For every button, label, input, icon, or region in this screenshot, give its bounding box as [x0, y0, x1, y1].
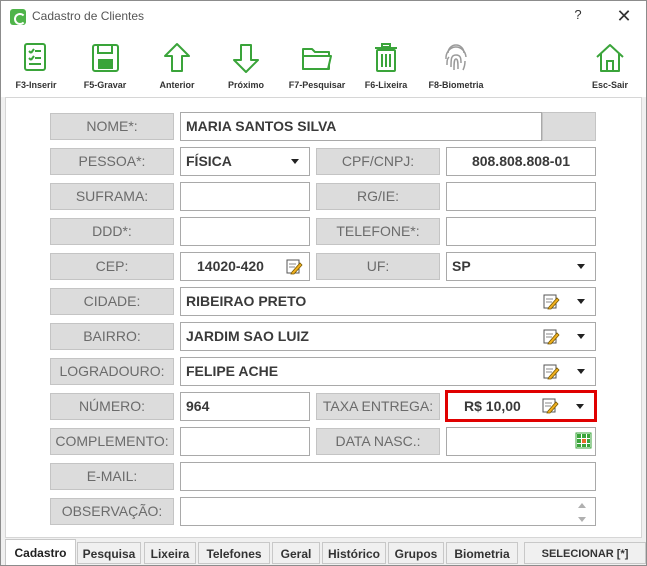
next-button[interactable]: Próximo: [211, 32, 281, 97]
help-button[interactable]: ?: [569, 7, 587, 25]
cpf-cnpj-label: CPF/CNPJ:: [316, 148, 440, 175]
tab-geral[interactable]: Geral: [272, 542, 320, 564]
edit-search-icon[interactable]: [543, 328, 560, 345]
tab-biometria[interactable]: Biometria: [446, 542, 518, 564]
trash-button[interactable]: F6-Lixeira: [351, 32, 421, 97]
tab-historico[interactable]: Histórico: [322, 542, 386, 564]
scroll-down-icon[interactable]: [578, 517, 586, 522]
chevron-down-icon[interactable]: [576, 404, 584, 409]
toolbar: F3-Inserir F5-Gravar Anterior Próximo F7…: [1, 32, 646, 97]
person-type-value: FÍSICA: [186, 153, 232, 169]
phone-label: TELEFONE*:: [316, 218, 440, 245]
person-type-select[interactable]: FÍSICA: [180, 147, 310, 176]
phone-field[interactable]: [446, 217, 596, 246]
rg-ie-label: RG/IE:: [316, 183, 440, 210]
save-label: F5-Gravar: [83, 80, 127, 90]
complement-label: COMPLEMENTO:: [50, 428, 174, 455]
complement-field[interactable]: [180, 427, 310, 456]
search-label: F7-Pesquisar: [288, 80, 346, 90]
insert-label: F3-Inserir: [15, 80, 57, 90]
suframa-label: SUFRAMA:: [50, 183, 174, 210]
birth-date-field[interactable]: [446, 427, 596, 456]
delivery-fee-value: R$ 10,00: [464, 398, 521, 414]
home-icon: [596, 44, 624, 72]
search-button[interactable]: F7-Pesquisar: [282, 32, 352, 97]
chevron-down-icon: [577, 264, 585, 269]
edit-search-icon[interactable]: [543, 363, 560, 380]
tab-lixeira[interactable]: Lixeira: [144, 542, 196, 564]
name-side-box: [542, 112, 596, 141]
city-select[interactable]: RIBEIRAO PRETO: [180, 287, 596, 316]
scroll-up-icon[interactable]: [578, 503, 586, 508]
edit-search-icon[interactable]: [542, 397, 559, 414]
street-select[interactable]: FELIPE ACHE: [180, 357, 596, 386]
save-button[interactable]: F5-Gravar: [70, 32, 140, 97]
biometry-button[interactable]: F8-Biometria: [421, 32, 491, 97]
person-type-label: PESSOA*:: [50, 148, 174, 175]
biometry-label: F8-Biometria: [428, 80, 484, 90]
close-button[interactable]: ✕: [613, 5, 635, 27]
birth-date-label: DATA NASC.:: [316, 428, 440, 455]
insert-button[interactable]: F3-Inserir: [1, 32, 71, 97]
exit-label: Esc-Sair: [591, 80, 629, 90]
uf-label: UF:: [316, 253, 440, 280]
floppy-disk-icon: [92, 44, 119, 72]
email-field[interactable]: [180, 462, 596, 491]
neighborhood-select[interactable]: JARDIM SAO LUIZ: [180, 322, 596, 351]
cep-label: CEP:: [50, 253, 174, 280]
ddd-field[interactable]: [180, 217, 310, 246]
suframa-field[interactable]: [180, 182, 310, 211]
window-title: Cadastro de Clientes: [32, 9, 145, 23]
previous-button[interactable]: Anterior: [142, 32, 212, 97]
uf-value: SP: [452, 258, 471, 274]
chevron-down-icon: [291, 159, 299, 164]
client-registration-window: Cadastro de Clientes ? ✕ F3-Inserir F5-G…: [0, 0, 647, 566]
city-value: RIBEIRAO PRETO: [186, 293, 307, 309]
folder-icon: [302, 48, 332, 70]
notes-label: OBSERVAÇÃO:: [50, 498, 174, 525]
street-label: LOGRADOURO:: [50, 358, 174, 385]
cep-value: 14020-420: [197, 258, 264, 274]
trash-icon: [375, 43, 397, 72]
checklist-icon: [24, 43, 46, 71]
exit-button[interactable]: Esc-Sair: [575, 32, 645, 97]
cep-field[interactable]: 14020-420: [180, 252, 310, 281]
uf-select[interactable]: SP: [446, 252, 596, 281]
rg-ie-field[interactable]: [446, 182, 596, 211]
name-field[interactable]: MARIA SANTOS SILVA: [180, 112, 542, 141]
tab-cadastro[interactable]: Cadastro: [5, 539, 76, 565]
edit-search-icon[interactable]: [286, 258, 303, 275]
cpf-cnpj-field[interactable]: 808.808.808-01: [446, 147, 596, 176]
next-label: Próximo: [227, 80, 264, 90]
tab-grupos[interactable]: Grupos: [388, 542, 444, 564]
arrow-up-icon: [164, 43, 190, 72]
delivery-fee-select[interactable]: R$ 10,00: [448, 393, 594, 419]
previous-label: Anterior: [159, 80, 195, 90]
fingerprint-icon: [445, 44, 467, 71]
delivery-fee-label: TAXA ENTREGA:: [316, 393, 440, 420]
arrow-down-icon: [233, 44, 259, 73]
chevron-down-icon[interactable]: [577, 299, 585, 304]
calendar-icon[interactable]: [575, 432, 592, 449]
tab-telefones[interactable]: Telefones: [198, 542, 270, 564]
app-icon: [10, 9, 26, 25]
neighborhood-label: BAIRRO:: [50, 323, 174, 350]
title-bar: Cadastro de Clientes ? ✕: [1, 1, 646, 32]
email-label: E-MAIL:: [50, 463, 174, 490]
street-value: FELIPE ACHE: [186, 363, 279, 379]
notes-field[interactable]: [180, 497, 596, 526]
number-label: NÚMERO:: [50, 393, 174, 420]
trash-label: F6-Lixeira: [364, 80, 408, 90]
number-field[interactable]: 964: [180, 392, 310, 421]
edit-search-icon[interactable]: [543, 293, 560, 310]
ddd-label: DDD*:: [50, 218, 174, 245]
neighborhood-value: JARDIM SAO LUIZ: [186, 328, 309, 344]
select-button[interactable]: SELECIONAR [*]: [524, 542, 646, 564]
chevron-down-icon[interactable]: [577, 334, 585, 339]
chevron-down-icon[interactable]: [577, 369, 585, 374]
name-label: NOME*:: [50, 113, 174, 140]
city-label: CIDADE:: [50, 288, 174, 315]
tab-bar: Cadastro Pesquisa Lixeira Telefones Gera…: [1, 539, 646, 565]
tab-pesquisa[interactable]: Pesquisa: [77, 542, 141, 564]
